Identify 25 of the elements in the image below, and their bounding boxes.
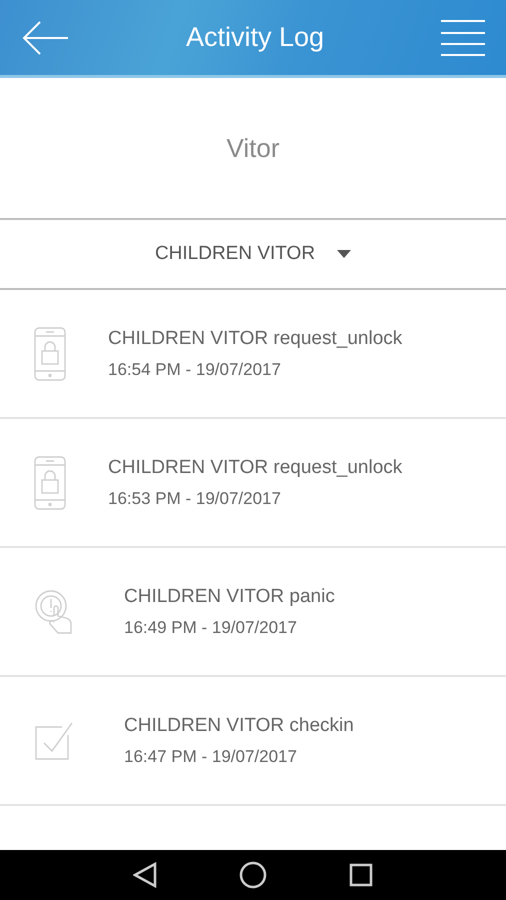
- caret-icon: [337, 250, 352, 258]
- back-nav-icon[interactable]: [133, 862, 157, 888]
- screen-title: Activity Log: [186, 21, 324, 54]
- activity-title: CHILDREN VITOR request_unlock: [108, 326, 402, 350]
- activity-title: CHILDREN VITOR request_unlock: [108, 456, 402, 480]
- phone-lock-icon: [34, 456, 66, 510]
- menu-icon[interactable]: [440, 18, 486, 56]
- child-dropdown[interactable]: CHILDREN VITOR: [148, 236, 358, 272]
- back-icon[interactable]: [22, 20, 70, 54]
- phone-lock-icon: [34, 326, 66, 380]
- recents-nav-icon[interactable]: [349, 863, 373, 887]
- user-name: Vitor: [226, 132, 280, 164]
- activity-row[interactable]: CHILDREN VITOR request_unlock 16:53 PM - 19/07/2017: [0, 419, 506, 548]
- checkbox-tick-icon: [34, 720, 74, 760]
- home-nav-icon[interactable]: [239, 861, 267, 889]
- activity-row[interactable]: CHILDREN VITOR checkin 16:47 PM - 19/07/2017: [0, 677, 506, 806]
- activity-time: 16:47 PM - 19/07/2017: [124, 746, 298, 768]
- activity-time: 16:53 PM - 19/07/2017: [108, 488, 282, 510]
- activity-time: 16:54 PM - 19/07/2017: [108, 359, 282, 381]
- alert-tap-icon: [34, 588, 74, 634]
- activity-title: CHILDREN VITOR checkin: [124, 714, 354, 738]
- activity-row[interactable]: CHILDREN VITOR panic 16:49 PM - 19/07/2017: [0, 548, 506, 677]
- activity-title: CHILDREN VITOR panic: [124, 584, 335, 608]
- activity-time: 16:49 PM - 19/07/2017: [124, 617, 298, 639]
- activity-row[interactable]: CHILDREN VITOR request_unlock 16:54 PM - 19/07/2017: [0, 290, 506, 419]
